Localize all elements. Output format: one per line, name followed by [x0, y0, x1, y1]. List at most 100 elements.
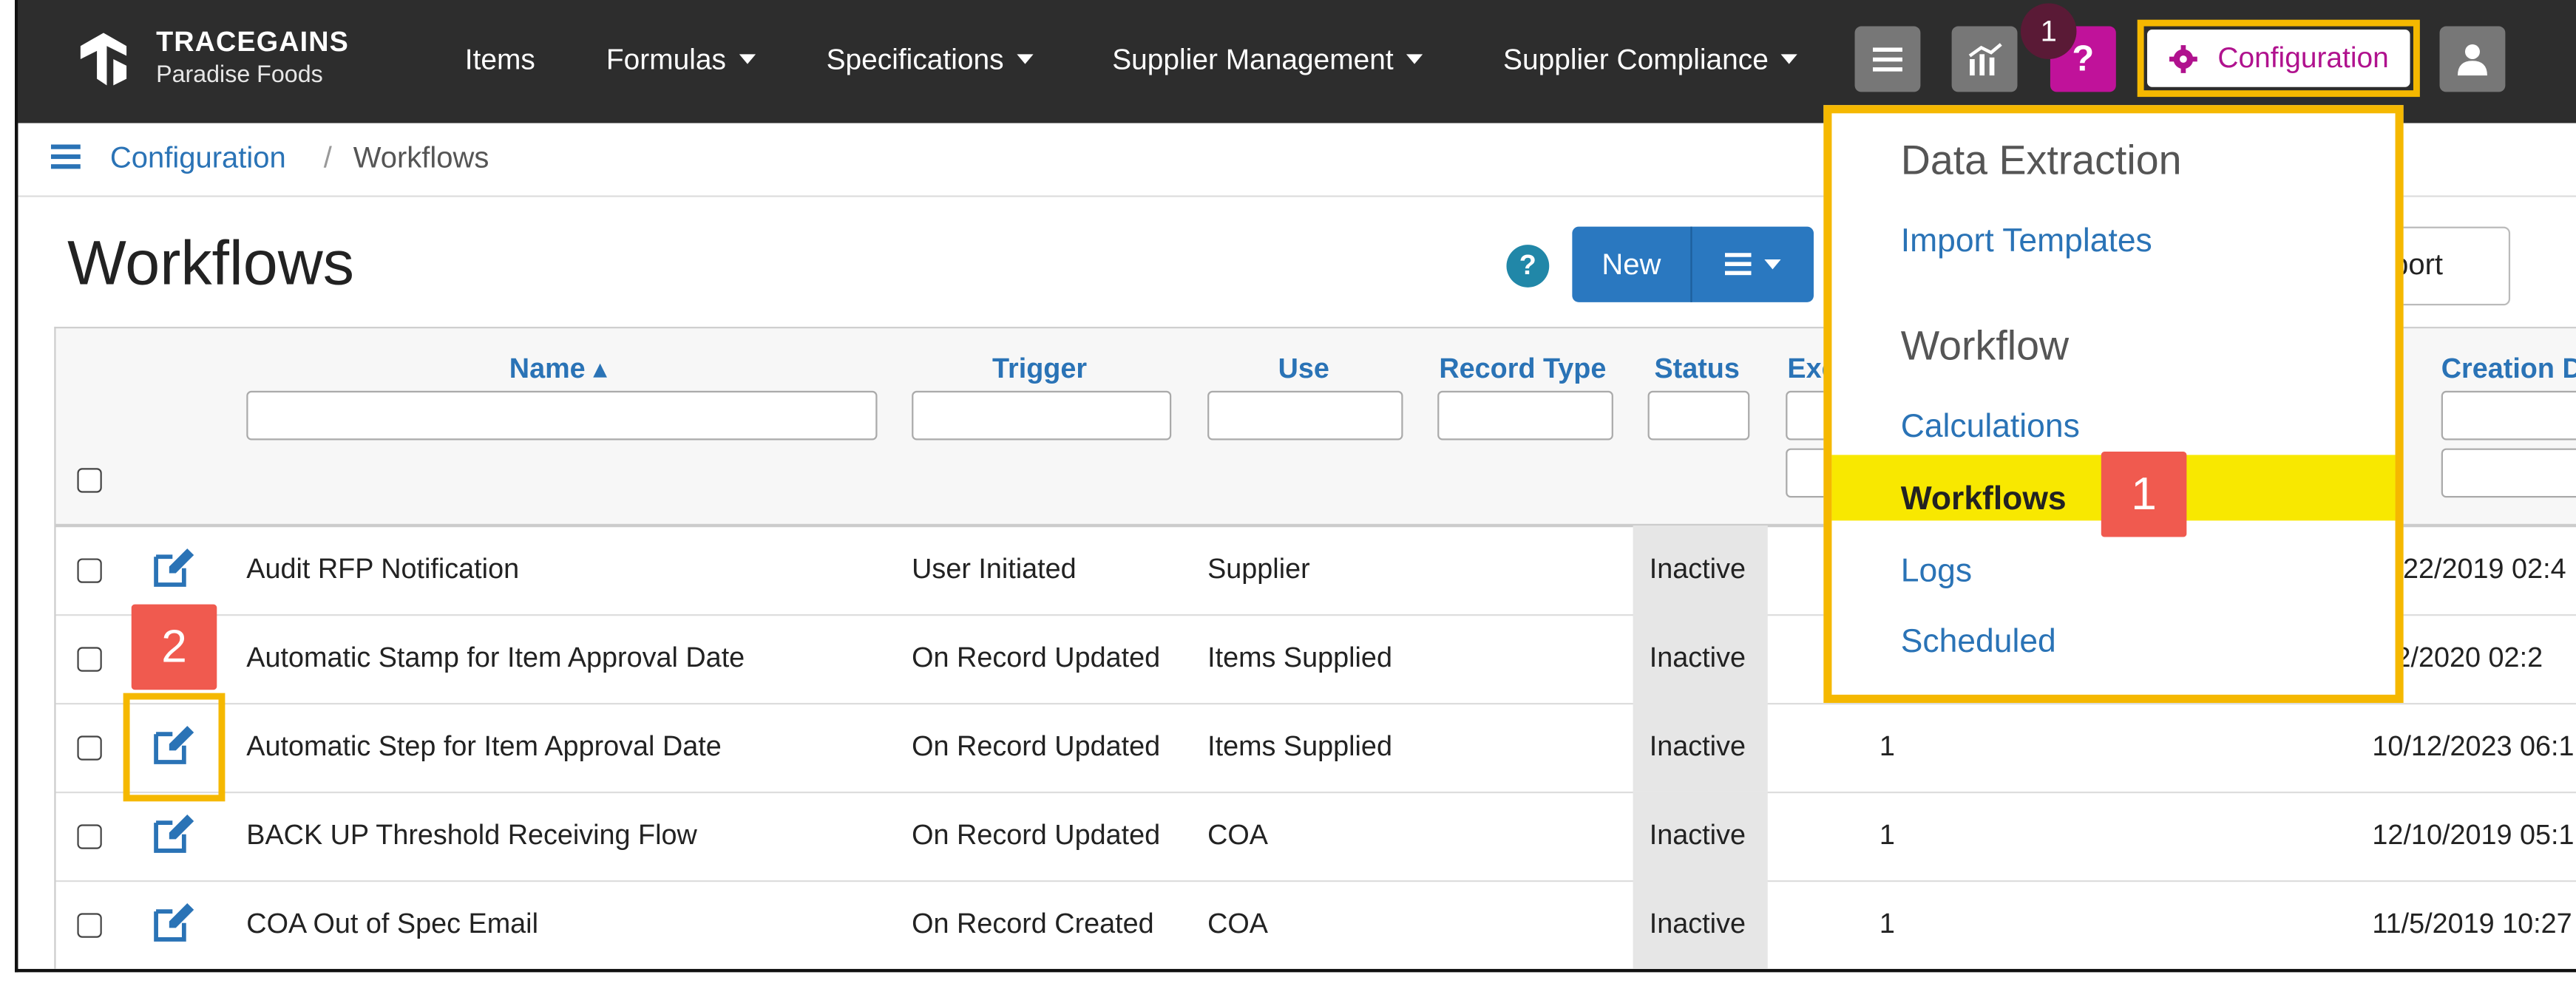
caret-down-icon: [1781, 54, 1798, 64]
menu-header-workflow: Workflow: [1900, 323, 2070, 370]
breadcrumb-current: Workflows: [353, 141, 489, 174]
nav-specifications-label: Specifications: [826, 42, 1004, 76]
row-checkbox[interactable]: [77, 824, 102, 849]
row-status-text: Inactive: [1649, 908, 1746, 939]
notification-badge: 1: [2020, 3, 2077, 59]
page-help-icon[interactable]: ?: [1506, 245, 1550, 288]
brand-subtitle: Paradise Foods: [156, 62, 323, 89]
table-row[interactable]: Automatic Step for Item Approval Date On …: [55, 702, 2576, 794]
caret-down-icon: [1017, 54, 1034, 64]
row-use: COA: [1207, 819, 1268, 851]
row-name[interactable]: Automatic Stamp for Item Approval Date: [246, 642, 745, 675]
nav-items[interactable]: Items: [465, 43, 535, 78]
configuration-button[interactable]: Configuration: [2147, 29, 2410, 87]
row-status: Inactive: [1633, 526, 1768, 614]
breadcrumb-configuration-link[interactable]: Configuration: [110, 141, 286, 176]
menu-item-workflows[interactable]: Workflows: [1901, 481, 2067, 519]
edit-icon[interactable]: [151, 813, 197, 856]
list-icon: [1724, 253, 1752, 276]
hamburger-icon[interactable]: [50, 143, 81, 169]
row-use: Supplier: [1207, 553, 1310, 585]
configuration-label: Configuration: [2217, 41, 2389, 74]
row-status: Inactive: [1633, 791, 1768, 880]
row-creation-date: 11/5/2019 10:27: [2372, 908, 2572, 939]
help-icon: ?: [2072, 38, 2095, 79]
creation-filter-input[interactable]: [2441, 390, 2576, 441]
name-filter-input[interactable]: [246, 390, 878, 441]
record-type-filter-input[interactable]: [1437, 390, 1613, 441]
nav-supplier-compliance[interactable]: Supplier Compliance: [1503, 43, 1798, 78]
menu-button[interactable]: [1854, 26, 1921, 92]
menu-header-data-extraction: Data Extraction: [1900, 137, 2182, 184]
column-header-status[interactable]: Status: [1654, 353, 1739, 386]
use-filter-input[interactable]: [1207, 390, 1403, 441]
step-1-badge: 1: [2101, 452, 2187, 537]
row-checkbox[interactable]: [77, 558, 102, 583]
row-checkbox[interactable]: [77, 647, 102, 672]
row-creation-date: /22/2019 02:4: [2395, 553, 2566, 585]
row-checkbox[interactable]: [77, 735, 102, 761]
column-header-name[interactable]: Name ▴: [509, 353, 607, 386]
row-exec: 1: [1879, 730, 1895, 762]
column-header-creation-date[interactable]: Creation D: [2441, 353, 2576, 386]
menu-item-import-templates[interactable]: Import Templates: [1901, 223, 2152, 261]
row-status-text: Inactive: [1649, 642, 1746, 673]
app-window: TRACEGAINS Paradise Foods Items Formulas…: [14, 0, 2576, 973]
select-all-checkbox[interactable]: [77, 468, 102, 493]
analytics-button[interactable]: [1951, 26, 2018, 92]
user-icon: [2457, 44, 2487, 76]
edit-icon[interactable]: [151, 902, 197, 945]
trigger-filter-input[interactable]: [912, 390, 1172, 441]
nav-supplier-management[interactable]: Supplier Management: [1112, 43, 1423, 78]
row-use: Items Supplied: [1207, 642, 1392, 673]
row-checkbox[interactable]: [77, 913, 102, 938]
brand-name: TRACEGAINS: [156, 26, 349, 58]
row-name[interactable]: COA Out of Spec Email: [246, 908, 538, 941]
row-status-text: Inactive: [1649, 730, 1746, 762]
row-trigger: On Record Updated: [912, 730, 1161, 762]
column-header-trigger[interactable]: Trigger: [992, 353, 1087, 386]
column-header-use[interactable]: Use: [1278, 353, 1329, 386]
analytics-icon: [1968, 43, 2002, 76]
nav-specifications[interactable]: Specifications: [827, 43, 1034, 78]
row-creation-date: 10/12/2023 06:1: [2372, 730, 2575, 762]
configuration-dropdown-menu: Data Extraction Import Templates Workflo…: [1823, 105, 2404, 703]
menu-item-calculations[interactable]: Calculations: [1901, 409, 2080, 446]
nav-supplier-management-label: Supplier Management: [1112, 42, 1394, 76]
edit-icon[interactable]: [151, 547, 197, 590]
new-options-dropdown[interactable]: [1692, 227, 1814, 302]
gear-icon: [2169, 44, 2197, 72]
row-trigger: On Record Created: [912, 908, 1154, 939]
new-button-group: New: [1572, 226, 1814, 302]
nav-formulas[interactable]: Formulas: [606, 43, 756, 78]
row-status: Inactive: [1633, 880, 1768, 969]
caret-down-icon: [1406, 54, 1423, 64]
row-creation-date: 2/2020 02:2: [2395, 642, 2543, 673]
menu-item-scheduled[interactable]: Scheduled: [1901, 624, 2056, 662]
nav-formulas-label: Formulas: [606, 42, 726, 76]
row-name[interactable]: Audit RFP Notification: [246, 554, 519, 586]
step-2-badge: 2: [131, 604, 217, 690]
breadcrumb-separator: /: [323, 141, 332, 174]
row-use: COA: [1207, 908, 1268, 939]
new-button[interactable]: New: [1572, 227, 1690, 302]
row-trigger: On Record Updated: [912, 819, 1161, 851]
creation-filter-input-2[interactable]: [2441, 448, 2576, 498]
row-status-text: Inactive: [1649, 553, 1746, 585]
caret-down-icon: [1764, 259, 1781, 270]
row-name[interactable]: BACK UP Threshold Receiving Flow: [246, 820, 697, 852]
column-header-record-type[interactable]: Record Type: [1439, 353, 1606, 386]
table-row[interactable]: COA Out of Spec Email On Record Created CO…: [56, 880, 2576, 969]
row-trigger: User Initiated: [912, 553, 1077, 585]
user-menu-button[interactable]: [2439, 26, 2506, 92]
row-use: Items Supplied: [1207, 730, 1392, 762]
edit-callout-box: [123, 693, 226, 802]
menu-item-logs[interactable]: Logs: [1901, 554, 1972, 591]
row-exec: 1: [1879, 908, 1895, 939]
row-name[interactable]: Automatic Step for Item Approval Date: [246, 731, 721, 764]
hamburger-icon: [1872, 47, 1902, 72]
row-trigger: On Record Updated: [912, 642, 1161, 673]
tracegains-logo-icon[interactable]: [74, 30, 133, 89]
table-row[interactable]: BACK UP Threshold Receiving Flow On Recor…: [55, 791, 2576, 883]
status-filter-input[interactable]: [1647, 390, 1750, 441]
